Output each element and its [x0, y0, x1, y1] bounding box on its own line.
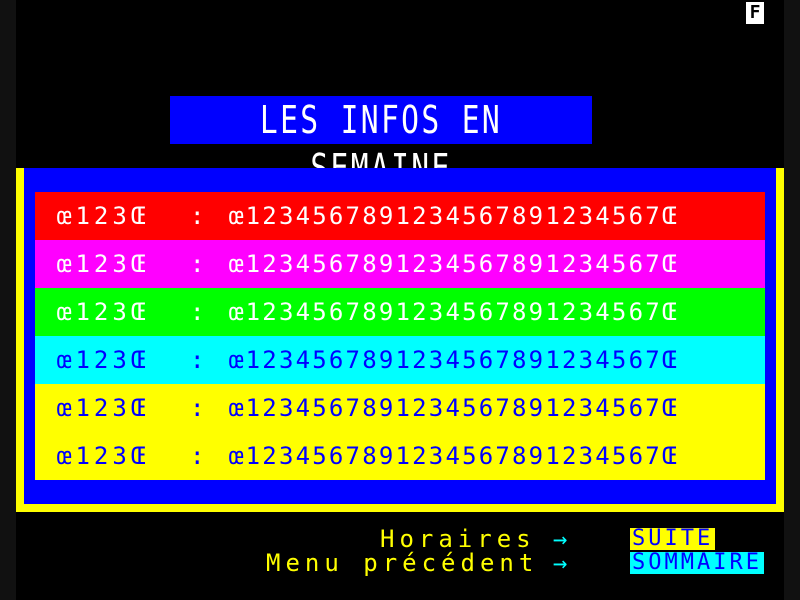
item-code: œ123Œ	[57, 250, 150, 278]
item-code: œ123Œ	[57, 202, 150, 230]
list-item[interactable]: œ123Œ : œ1234567891234567891234567Œ	[35, 192, 765, 240]
item-value: œ1234567891234567891234567Œ	[229, 394, 679, 422]
item-code: œ123Œ	[57, 394, 150, 422]
list-item[interactable]: œ123Œ : œ1234567891234567891234567Œ	[35, 288, 765, 336]
item-code: œ123Œ	[57, 298, 150, 326]
arrow-right-icon: →	[553, 525, 573, 553]
sommaire-key-button[interactable]: SOMMAIRE	[630, 552, 764, 574]
suite-key-button[interactable]: SUITE	[630, 528, 716, 550]
minitel-screen: F LES INFOS EN SEMAINE œ123Œ : œ12345678…	[0, 0, 800, 600]
page-indicator: F	[746, 2, 764, 24]
menu-precedent-label: Menu précédent	[266, 549, 539, 577]
item-code: œ123Œ	[57, 346, 150, 374]
list-item[interactable]: œ123Œ : œ1234567891234567891234567Œ	[35, 336, 765, 384]
item-separator: :	[190, 250, 209, 278]
item-separator: :	[190, 442, 209, 470]
screen-edge-left	[0, 0, 16, 600]
item-code: œ123Œ	[57, 442, 150, 470]
item-value: œ1234567891234567891234567Œ	[229, 250, 679, 278]
screen-edge-right	[784, 0, 800, 600]
list-item[interactable]: œ123Œ : œ1234567891234567891234567Œ	[35, 384, 765, 432]
item-value: œ1234567891234567891234567Œ	[229, 298, 679, 326]
horaires-label: Horaires	[380, 525, 536, 553]
page-title: LES INFOS EN SEMAINE	[170, 96, 592, 190]
item-value: œ1234567891234567891234567Œ	[229, 442, 679, 470]
item-value: œ1234567891234567891234567Œ	[229, 346, 679, 374]
list-item[interactable]: œ123Œ : œ1234567891234567891234567Œ	[35, 240, 765, 288]
item-separator: :	[190, 298, 209, 326]
item-separator: :	[190, 202, 209, 230]
info-list: œ123Œ : œ1234567891234567891234567Œ œ123…	[35, 192, 765, 480]
list-item[interactable]: œ123Œ : œ1234567891234567891234567Œ	[35, 432, 765, 480]
item-separator: :	[190, 394, 209, 422]
item-separator: :	[190, 346, 209, 374]
arrow-right-icon: →	[553, 549, 573, 577]
item-value: œ1234567891234567891234567Œ	[229, 202, 679, 230]
